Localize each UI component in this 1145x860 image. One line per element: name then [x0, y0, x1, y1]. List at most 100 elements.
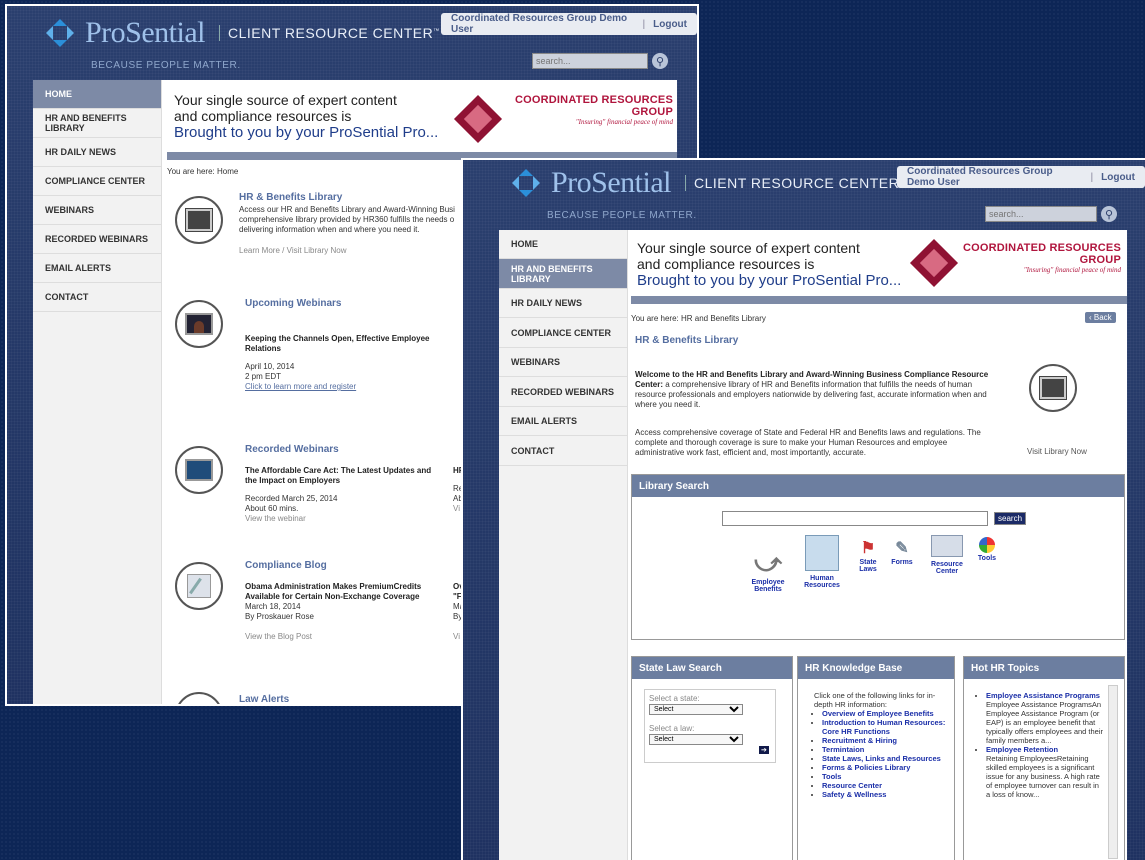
blog-cut-title2-text: "F: [453, 592, 462, 601]
brand-product-text: CLIENT RESOURCE CENTER: [694, 175, 900, 191]
user-name[interactable]: Coordinated Resources Group Demo User: [907, 166, 1082, 188]
tool-human-resources[interactable]: Human Resources: [796, 535, 848, 589]
nav-webinars[interactable]: WEBINARS: [33, 196, 161, 225]
state-select[interactable]: Select: [649, 704, 743, 715]
nav-recorded-webinars[interactable]: RECORDED WEBINARS: [499, 377, 627, 407]
blog-item-title[interactable]: Obama Administration Makes PremiumCredit…: [245, 582, 421, 601]
law-select[interactable]: Select: [649, 734, 743, 745]
tagline: BECAUSE PEOPLE MATTER.: [547, 210, 697, 221]
library-building-icon[interactable]: [1029, 364, 1077, 412]
view-webinar-link[interactable]: View the webinar: [245, 514, 306, 524]
library-search-button[interactable]: search: [994, 512, 1027, 525]
kb-link[interactable]: Forms & Policies Library: [822, 763, 910, 772]
nav-email-alerts[interactable]: EMAIL ALERTS: [499, 407, 627, 436]
library-search-input[interactable]: [722, 511, 988, 526]
tool-resource-center[interactable]: Resource Center: [924, 535, 970, 575]
webinars-title[interactable]: Upcoming Webinars: [245, 298, 342, 309]
banner-line3: Brought to you by your ProSential Pro...: [174, 124, 439, 141]
recorded-item-title[interactable]: The Affordable Care Act: The Latest Upda…: [245, 466, 431, 485]
hot-topics-scrollbar[interactable]: [1108, 685, 1118, 859]
search-input[interactable]: [532, 53, 648, 69]
magnifier-icon[interactable]: ⚲: [652, 53, 668, 69]
library-building-icon[interactable]: [175, 196, 223, 244]
nav-webinars[interactable]: WEBINARS: [499, 348, 627, 377]
partner-logo: COORDINATED RESOURCES GROUP "Insuring" f…: [499, 94, 673, 126]
kb-link[interactable]: Tools: [822, 772, 841, 781]
search-input[interactable]: [985, 206, 1097, 222]
list-item[interactable]: Overview of Employee Benefits: [822, 709, 948, 718]
list-item[interactable]: Forms & Policies Library: [822, 763, 948, 772]
list-item[interactable]: Recruitment & Hiring: [822, 736, 948, 745]
tool-employee-benefits[interactable]: ⤻ Employee Benefits: [744, 545, 792, 593]
breadcrumb: You are here: Home: [167, 167, 239, 176]
blog-quill-icon[interactable]: [175, 562, 223, 610]
recorded-title[interactable]: Recorded Webinars: [245, 444, 339, 455]
recorded-webinar-icon[interactable]: [175, 446, 223, 494]
kb-link[interactable]: Recruitment & Hiring: [822, 736, 897, 745]
nav-compliance-center[interactable]: COMPLIANCE CENTER: [33, 167, 161, 196]
webinar-register-link[interactable]: Click to learn more and register: [245, 382, 356, 392]
nav-home[interactable]: HOME: [33, 80, 161, 109]
list-item[interactable]: Employee Assistance Programs Employee As…: [986, 691, 1104, 745]
library-title[interactable]: HR & Benefits Library: [239, 192, 342, 203]
list-item[interactable]: Employee Retention Retaining EmployeesRe…: [986, 745, 1104, 799]
tool-state-laws[interactable]: ⚑ State Laws: [848, 539, 888, 573]
visit-library-link[interactable]: Visit Library Now: [287, 246, 347, 255]
back-button[interactable]: ‹ Back: [1085, 312, 1116, 323]
list-item[interactable]: State Laws, Links and Resources: [822, 754, 948, 763]
nav-hr-benefits-library[interactable]: HR AND BENEFITS LIBRARY: [33, 109, 161, 138]
blog-cut-link: Vi: [453, 632, 460, 641]
nav-contact[interactable]: CONTACT: [33, 283, 161, 312]
kb-link[interactable]: Overview of Employee Benefits: [822, 709, 934, 718]
go-arrow-icon[interactable]: ➔: [759, 746, 769, 754]
brand-logo[interactable]: ProSential CLIENT RESOURCE CENTER™: [509, 166, 906, 200]
webinar-item: Keeping the Channels Open, Effective Emp…: [245, 334, 435, 354]
webinar-monitor-icon[interactable]: [175, 300, 223, 348]
kb-link[interactable]: State Laws, Links and Resources: [822, 754, 941, 763]
tool-tools[interactable]: Tools: [972, 537, 1002, 562]
blog-title[interactable]: Compliance Blog: [245, 560, 327, 571]
kb-link[interactable]: Introduction to Human Resources: Core HR…: [822, 718, 945, 736]
partner-logo: COORDINATED RESOURCES GROUP "Insuring" f…: [951, 242, 1121, 274]
user-box: Coordinated Resources Group Demo User | …: [897, 166, 1145, 188]
nav-hr-daily-news[interactable]: HR DAILY NEWS: [499, 289, 627, 318]
logout-link[interactable]: Logout: [1101, 172, 1135, 183]
law-alerts-icon[interactable]: [175, 692, 223, 704]
list-item[interactable]: Tools: [822, 772, 948, 781]
magnifier-icon[interactable]: ⚲: [1101, 206, 1117, 222]
tool-forms[interactable]: ✎ Forms: [884, 539, 920, 566]
site-search: ⚲: [532, 53, 668, 69]
brand-logo[interactable]: ProSential CLIENT RESOURCE CENTER™: [43, 16, 440, 50]
visit-library-link[interactable]: Visit Library Now: [1027, 447, 1087, 457]
learn-more-link[interactable]: Learn More: [239, 246, 280, 255]
list-item[interactable]: Termintaion: [822, 745, 948, 754]
nav-compliance-center[interactable]: COMPLIANCE CENTER: [499, 318, 627, 348]
nav-email-alerts[interactable]: EMAIL ALERTS: [33, 254, 161, 283]
register-link[interactable]: Click to learn more and register: [245, 382, 356, 391]
hot-topic-link[interactable]: Employee Assistance Programs: [986, 691, 1100, 700]
kb-link[interactable]: Resource Center: [822, 781, 882, 790]
logout-link[interactable]: Logout: [653, 19, 687, 30]
nav-contact[interactable]: CONTACT: [499, 436, 627, 466]
list-item[interactable]: Introduction to Human Resources: Core HR…: [822, 718, 948, 736]
nav-hr-daily-news[interactable]: HR DAILY NEWS: [33, 138, 161, 167]
nav-home[interactable]: HOME: [499, 230, 627, 259]
webinar-item-title[interactable]: Keeping the Channels Open, Effective Emp…: [245, 334, 430, 353]
nav-hr-benefits-library[interactable]: HR AND BENEFITS LIBRARY: [499, 259, 627, 289]
blog-cut-author: By: [453, 612, 463, 621]
kb-link[interactable]: Termintaion: [822, 745, 864, 754]
separator: |: [1090, 171, 1094, 183]
library-search-box: Library Search search ⤻ Employee Benefit…: [631, 474, 1125, 640]
law-alerts-title[interactable]: Law Alerts: [239, 694, 289, 704]
banner-line2: and compliance resources is: [637, 256, 815, 272]
list-item[interactable]: Safety & Wellness: [822, 790, 948, 799]
user-name[interactable]: Coordinated Resources Group Demo User: [451, 13, 634, 35]
knowledge-base-header: HR Knowledge Base: [798, 657, 954, 679]
kb-link[interactable]: Safety & Wellness: [822, 790, 886, 799]
view-blog-link[interactable]: View the Blog Post: [245, 632, 312, 642]
trademark: ™: [433, 28, 440, 35]
banner-bar: [167, 152, 677, 160]
nav-recorded-webinars[interactable]: RECORDED WEBINARS: [33, 225, 161, 254]
list-item[interactable]: Resource Center: [822, 781, 948, 790]
hot-topic-link[interactable]: Employee Retention: [986, 745, 1058, 754]
